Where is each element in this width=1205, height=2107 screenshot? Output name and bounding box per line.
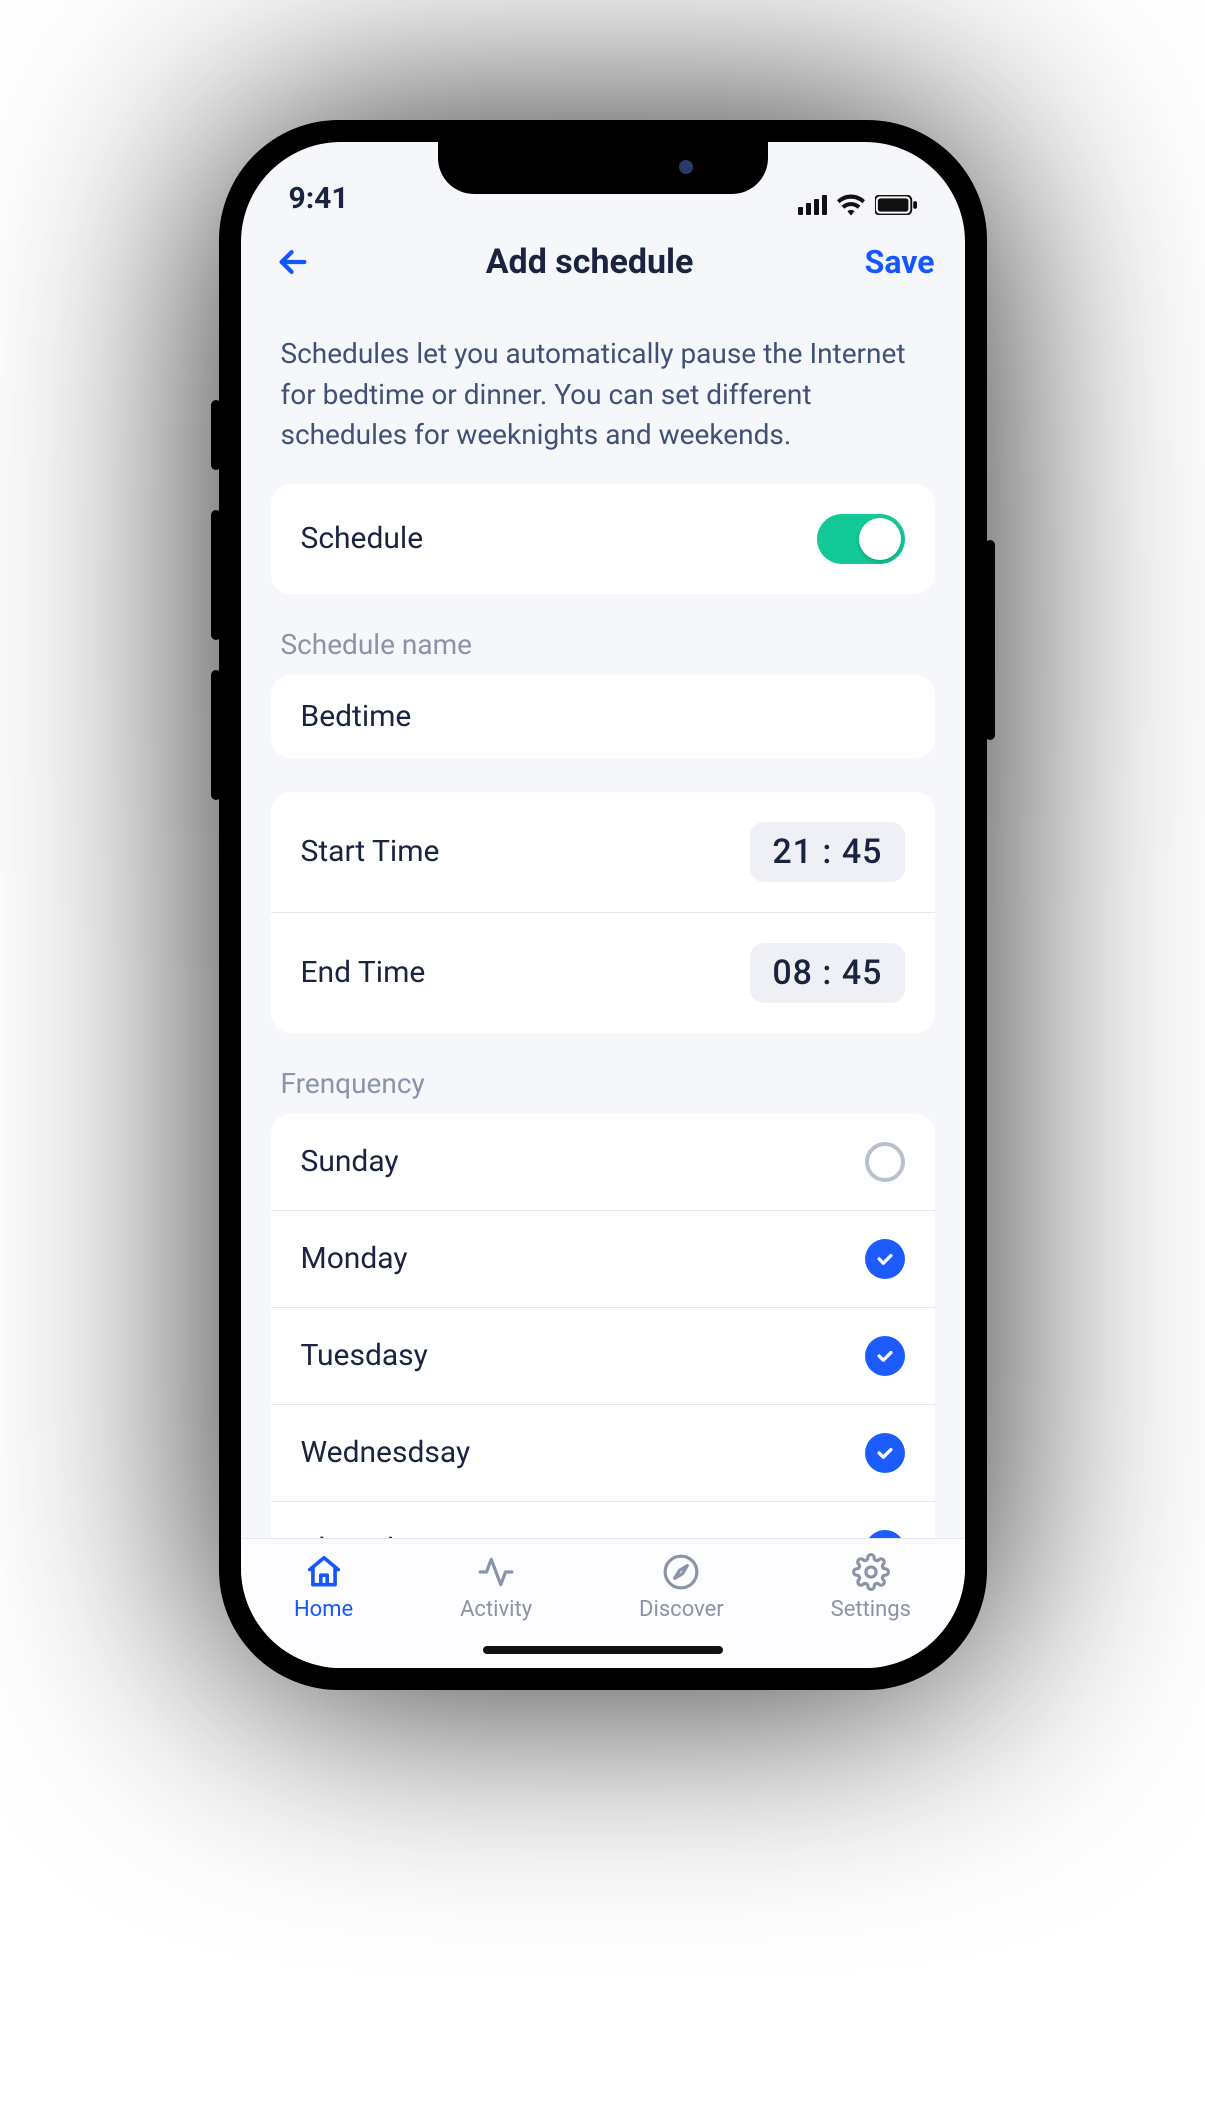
schedule-name-label: Schedule name xyxy=(271,594,935,675)
check-circle-icon[interactable] xyxy=(865,1433,905,1473)
frequency-day-label: Sunday xyxy=(301,1144,399,1179)
check-circle-icon[interactable] xyxy=(865,1336,905,1376)
tab-discover[interactable]: Discover xyxy=(639,1553,724,1622)
tab-settings[interactable]: Settings xyxy=(831,1553,911,1622)
check-circle-icon[interactable] xyxy=(865,1530,905,1538)
frequency-day-label: Wednesdsay xyxy=(301,1435,471,1470)
compass-icon xyxy=(662,1553,700,1591)
tab-home-label: Home xyxy=(294,1597,353,1622)
start-time-label: Start Time xyxy=(301,834,440,869)
frequency-row[interactable]: Tuesdasy xyxy=(271,1307,935,1404)
frequency-day-label: Tuesdasy xyxy=(301,1338,428,1373)
start-time-value[interactable]: 21 : 45 xyxy=(750,822,904,882)
schedule-name-value: Bedtime xyxy=(301,699,412,734)
circle-outline-icon[interactable] xyxy=(865,1142,905,1182)
gear-icon xyxy=(852,1553,890,1591)
schedule-toggle-label: Schedule xyxy=(301,521,424,556)
frequency-row[interactable]: Wednesdsay xyxy=(271,1404,935,1501)
tab-settings-label: Settings xyxy=(831,1597,911,1622)
schedule-toggle[interactable] xyxy=(817,514,905,564)
back-button[interactable] xyxy=(271,240,315,284)
frequency-day-label: Monday xyxy=(301,1241,408,1276)
frequency-row[interactable]: Monday xyxy=(271,1210,935,1307)
home-icon xyxy=(305,1553,343,1591)
arrow-left-icon xyxy=(276,245,310,279)
activity-icon xyxy=(477,1553,515,1591)
page-title: Add schedule xyxy=(486,242,694,282)
page-description: Schedules let you automatically pause th… xyxy=(271,304,935,484)
status-time: 9:41 xyxy=(289,181,349,216)
end-time-value[interactable]: 08 : 45 xyxy=(750,943,904,1003)
save-button[interactable]: Save xyxy=(865,243,935,281)
end-time-label: End Time xyxy=(301,955,426,990)
check-circle-icon[interactable] xyxy=(865,1239,905,1279)
frequency-label: Frenquency xyxy=(271,1033,935,1114)
tab-home[interactable]: Home xyxy=(294,1553,353,1622)
cellular-icon xyxy=(798,195,827,215)
schedule-name-input[interactable]: Bedtime xyxy=(271,675,935,758)
home-indicator[interactable] xyxy=(483,1646,723,1654)
status-icons xyxy=(798,194,917,216)
frequency-row[interactable]: Sunday xyxy=(271,1114,935,1210)
tab-discover-label: Discover xyxy=(639,1597,724,1622)
frequency-row[interactable]: Thursday xyxy=(271,1501,935,1538)
wifi-icon xyxy=(837,194,865,216)
tab-activity-label: Activity xyxy=(460,1597,532,1622)
tab-activity[interactable]: Activity xyxy=(460,1553,532,1622)
battery-icon xyxy=(875,195,917,215)
